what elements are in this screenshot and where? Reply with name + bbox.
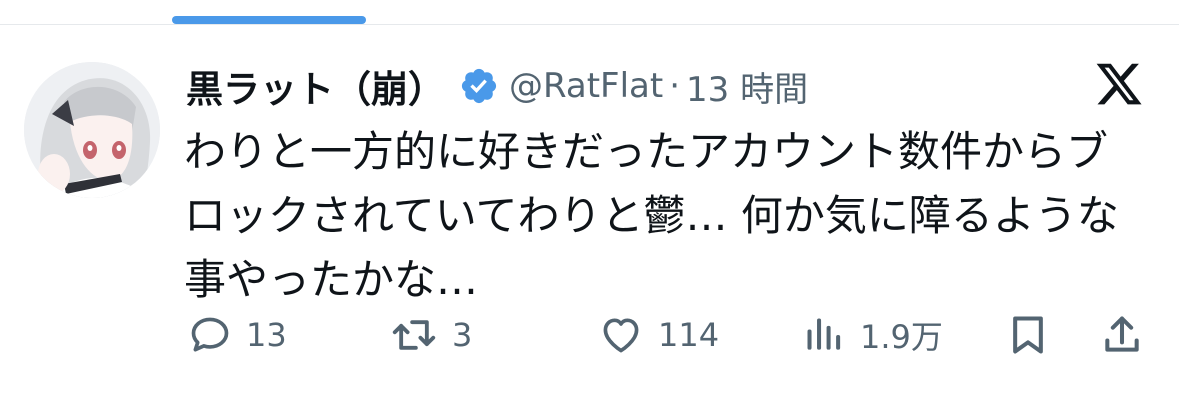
retweet-icon — [392, 320, 436, 350]
reply-count: 13 — [246, 316, 287, 354]
share-button[interactable] — [1100, 310, 1144, 360]
bookmark-icon — [1013, 316, 1043, 354]
tweet-text-line: ロックされていてわりと鬱… 何か気に障るような — [184, 191, 1119, 240]
avatar[interactable] — [24, 62, 160, 198]
separator-dot: · — [669, 66, 681, 106]
verified-badge-icon — [459, 66, 499, 106]
like-button[interactable]: 114 — [598, 310, 719, 360]
like-count: 114 — [658, 316, 720, 354]
views-button[interactable]: 1.9万 — [802, 310, 943, 360]
views-icon — [807, 318, 841, 350]
timestamp[interactable]: 13 時間 — [686, 62, 808, 111]
heart-icon — [603, 318, 639, 353]
tweet-header: 黒ラット（崩） @RatFlat · 13 時間 — [186, 60, 808, 112]
tweet-text: わりと一方的に好きだったアカウント数件からブ ロックされていてわりと鬱… 何か気… — [184, 120, 1159, 312]
active-tab-indicator — [172, 16, 366, 24]
user-handle[interactable]: @RatFlat — [509, 66, 663, 106]
display-name[interactable]: 黒ラット（崩） — [186, 59, 445, 113]
avatar-image — [24, 62, 160, 198]
tweet-text-line: 事やったかな… — [184, 255, 479, 304]
top-divider — [0, 24, 1179, 25]
reply-button[interactable]: 13 — [188, 310, 287, 360]
retweet-count: 3 — [452, 316, 473, 354]
retweet-button[interactable]: 3 — [390, 310, 472, 360]
reply-icon — [191, 317, 229, 352]
x-logo-icon — [1094, 59, 1144, 109]
tweet-text-line: わりと一方的に好きだったアカウント数件からブ — [184, 127, 1109, 176]
views-count: 1.9万 — [860, 318, 943, 356]
share-icon — [1105, 316, 1139, 352]
bookmark-button[interactable] — [1006, 310, 1050, 360]
action-bar: 13 3 114 1.9万 — [0, 310, 1179, 360]
